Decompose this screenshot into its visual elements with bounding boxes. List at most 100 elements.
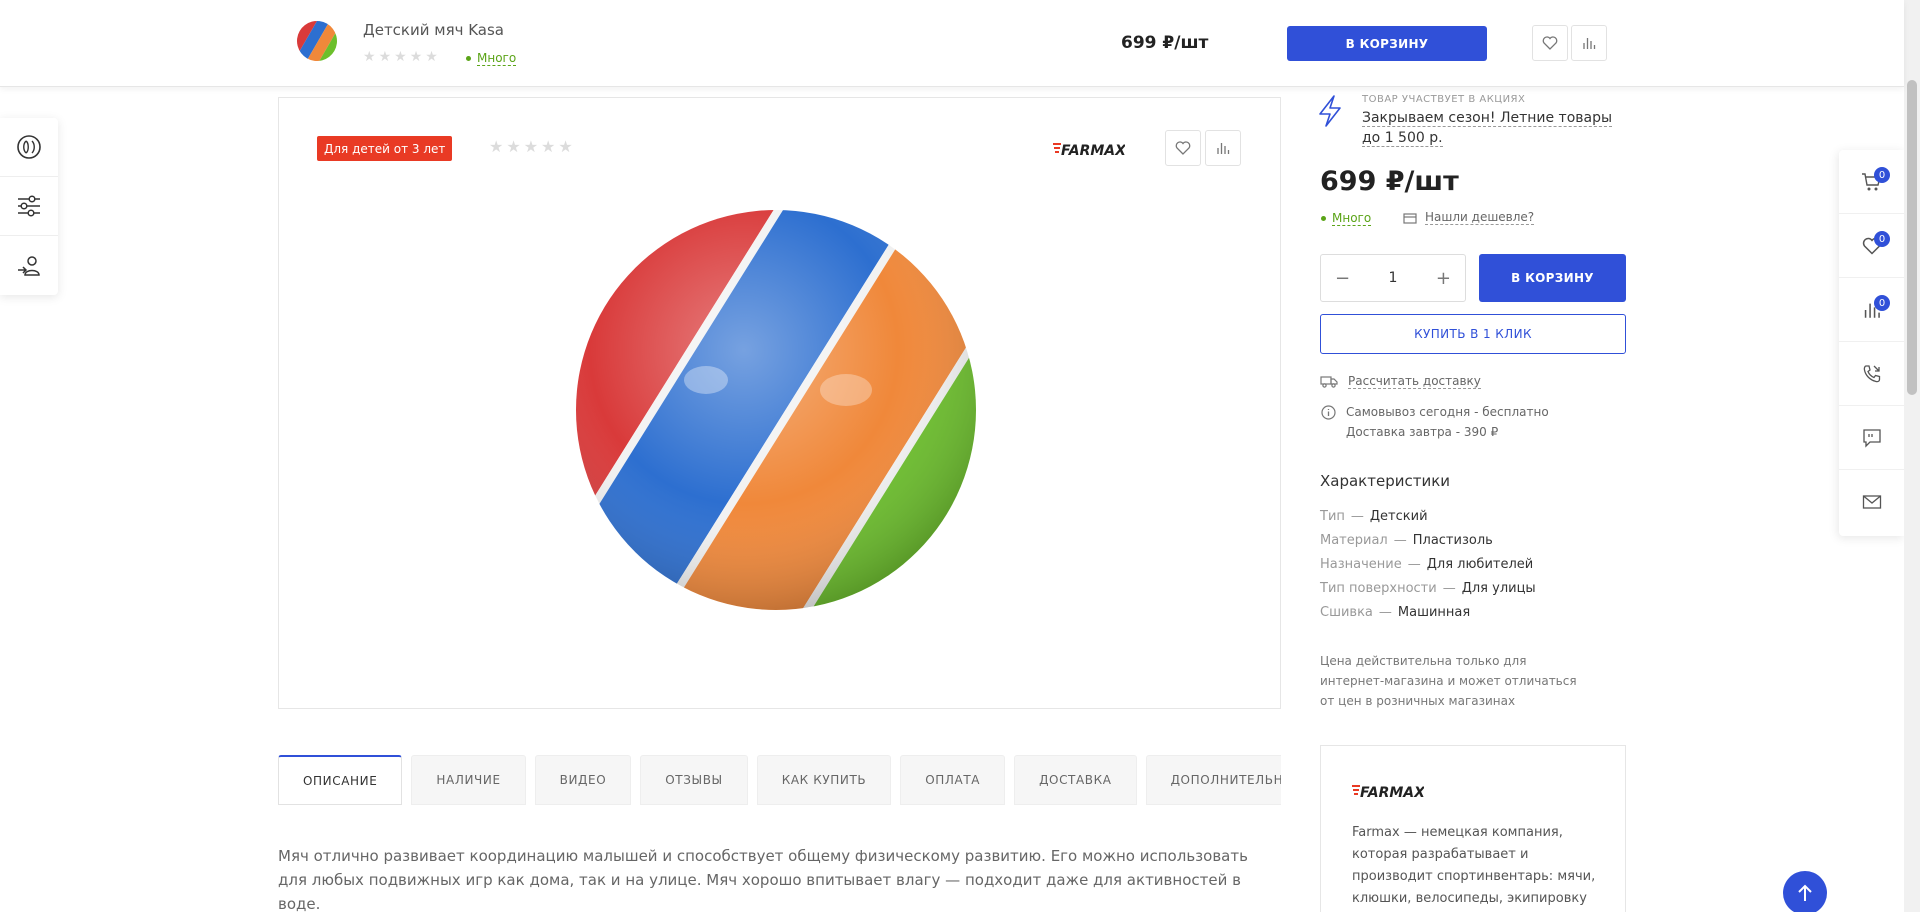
promo-label: ТОВАР УЧАСТВУЕТ В АКЦИЯХ — [1362, 94, 1526, 105]
product-rating-stars[interactable]: ★ ★ ★ ★ ★ — [489, 137, 573, 156]
sticky-product-title: Детский мяч Kasa — [363, 21, 504, 39]
stock-label: Много — [1332, 211, 1372, 226]
chat-icon — [1862, 428, 1881, 448]
mail-icon — [1862, 495, 1881, 509]
catalog-icon — [17, 135, 41, 159]
product-tabs: ОПИСАНИЕ НАЛИЧИЕ ВИДЕО ОТЗЫВЫ КАК КУПИТЬ… — [278, 755, 1281, 805]
stock-dot-icon — [1321, 216, 1326, 221]
callback-button[interactable] — [1839, 342, 1904, 406]
characteristic-key: Материал — [1320, 533, 1388, 548]
brand-card-logo-text: FARMAX — [1360, 785, 1424, 800]
brand-logo-text: FARMAX — [1061, 143, 1125, 158]
qty-value[interactable]: 1 — [1389, 270, 1398, 286]
page-scrollbar-thumb[interactable] — [1907, 80, 1917, 395]
filters-icon — [18, 195, 40, 217]
sticky-compare-button[interactable] — [1571, 25, 1607, 61]
characteristics-title: Характеристики — [1320, 472, 1451, 490]
buy-one-click-button[interactable]: КУПИТЬ В 1 КЛИК — [1320, 314, 1626, 354]
star-icon: ★ — [394, 49, 407, 65]
tab-delivery[interactable]: ДОСТАВКА — [1014, 755, 1137, 805]
brand-card-text: Farmax — немецкая компания, которая разр… — [1352, 825, 1596, 906]
left-floating-panel — [0, 118, 58, 295]
tab-payment[interactable]: ОПЛАТА — [900, 755, 1006, 805]
characteristic-value: Детский — [1369, 509, 1428, 524]
promo-link[interactable]: Закрываем сезон! Летние товары до 1 500 … — [1362, 108, 1622, 148]
tab-how-to-buy[interactable]: КАК КУПИТЬ — [756, 755, 892, 805]
star-icon: ★ — [558, 137, 573, 156]
qty-minus-button[interactable]: − — [1335, 268, 1350, 289]
calculate-delivery-label: Рассчитать доставку — [1348, 374, 1481, 389]
found-cheaper-link[interactable]: Нашли дешевле? — [1403, 210, 1535, 225]
compare-icon — [1583, 38, 1596, 49]
callback-icon — [1863, 364, 1880, 382]
truck-icon — [1320, 376, 1338, 388]
characteristic-key: Тип поверхности — [1320, 581, 1437, 596]
characteristic-row: Сшивка — Машинная — [1320, 601, 1536, 625]
characteristic-value: Для улицы — [1461, 581, 1536, 596]
star-icon: ★ — [378, 49, 392, 65]
gallery-compare-button[interactable] — [1205, 130, 1241, 166]
arrow-up-icon — [1798, 884, 1812, 901]
star-icon: ★ — [506, 137, 521, 156]
scroll-to-top-button[interactable] — [1783, 871, 1827, 912]
characteristic-key: Тип — [1320, 509, 1345, 524]
product-thumbnail[interactable] — [295, 19, 339, 63]
email-button[interactable] — [1839, 470, 1904, 534]
compare-count-badge: 0 — [1874, 295, 1890, 311]
characteristic-separator: — — [1407, 557, 1421, 572]
star-icon: ★ — [409, 49, 423, 65]
characteristic-row: Материал — Пластизоль — [1320, 529, 1536, 553]
heart-icon — [1175, 141, 1191, 155]
characteristic-separator: — — [1350, 509, 1364, 524]
filters-button[interactable] — [0, 177, 58, 236]
catalog-button[interactable] — [0, 118, 58, 177]
lightning-icon — [1319, 95, 1341, 127]
characteristic-key: Сшивка — [1320, 605, 1373, 620]
pickup-line: Самовывоз сегодня - бесплатно — [1346, 405, 1549, 419]
sticky-price: 699 ₽/шт — [1121, 33, 1209, 53]
user-login-icon — [18, 255, 40, 276]
favorites-button[interactable]: 0 — [1839, 214, 1904, 278]
heart-icon — [1542, 36, 1558, 50]
compare-icon — [1217, 143, 1230, 154]
quantity-stepper: − 1 + — [1320, 254, 1466, 302]
characteristic-value: Машинная — [1397, 605, 1471, 620]
tab-reviews[interactable]: ОТЗЫВЫ — [640, 755, 748, 805]
calculate-delivery-link[interactable]: Рассчитать доставку — [1320, 374, 1481, 389]
favorites-count-badge: 0 — [1874, 231, 1890, 247]
characteristic-value: Пластизоль — [1412, 533, 1493, 548]
tab-availability[interactable]: НАЛИЧИЕ — [411, 755, 526, 805]
sticky-stock-label: Много — [477, 51, 517, 66]
cart-count-badge: 0 — [1874, 167, 1890, 183]
characteristic-row: Тип — Детский — [1320, 505, 1536, 529]
characteristic-value: Для любителей — [1426, 557, 1534, 572]
characteristic-row: Тип поверхности — Для улицы — [1320, 577, 1536, 601]
sticky-product-header: Детский мяч Kasa ★ ★ ★ ★ ★ Много 699 ₽/ш… — [0, 0, 1904, 87]
stock-status[interactable]: Много — [1321, 211, 1372, 226]
characteristics-list: Тип — Детский Материал — Пластизоль Назначен… — [1320, 505, 1536, 625]
product-description: Мяч отлично развивает координацию малыше… — [278, 847, 1248, 912]
product-image-ball[interactable] — [556, 190, 996, 635]
sticky-favorite-button[interactable] — [1532, 25, 1568, 61]
delivery-line: Доставка завтра - 390 ₽ — [1346, 425, 1499, 439]
sticky-add-to-cart-button[interactable]: В КОРЗИНУ — [1287, 26, 1487, 61]
characteristic-separator: — — [1393, 533, 1407, 548]
promo-link-text: Закрываем сезон! Летние товары до 1 500 … — [1362, 110, 1613, 147]
brand-logo[interactable]: FARMAX — [1053, 140, 1125, 158]
sticky-stock-status[interactable]: Много — [466, 51, 517, 66]
tab-video[interactable]: ВИДЕО — [534, 755, 632, 805]
compare-button[interactable]: 0 — [1839, 278, 1904, 342]
chat-button[interactable] — [1839, 406, 1904, 470]
gallery-favorite-button[interactable] — [1165, 130, 1201, 166]
cart-button[interactable]: 0 — [1839, 150, 1904, 214]
price-note: Цена действительна только для интернет-м… — [1320, 654, 1577, 708]
characteristic-separator: — — [1378, 605, 1392, 620]
add-to-cart-button[interactable]: В КОРЗИНУ — [1479, 254, 1626, 302]
found-cheaper-label: Нашли дешевле? — [1425, 210, 1535, 225]
tab-additional[interactable]: ДОПОЛНИТЕЛЬНО — [1145, 755, 1281, 805]
tab-description[interactable]: ОПИСАНИЕ — [278, 755, 403, 805]
star-icon: ★ — [363, 49, 376, 65]
brand-card-logo[interactable]: FARMAX — [1352, 782, 1424, 800]
login-button[interactable] — [0, 236, 58, 295]
qty-plus-button[interactable]: + — [1436, 268, 1451, 289]
